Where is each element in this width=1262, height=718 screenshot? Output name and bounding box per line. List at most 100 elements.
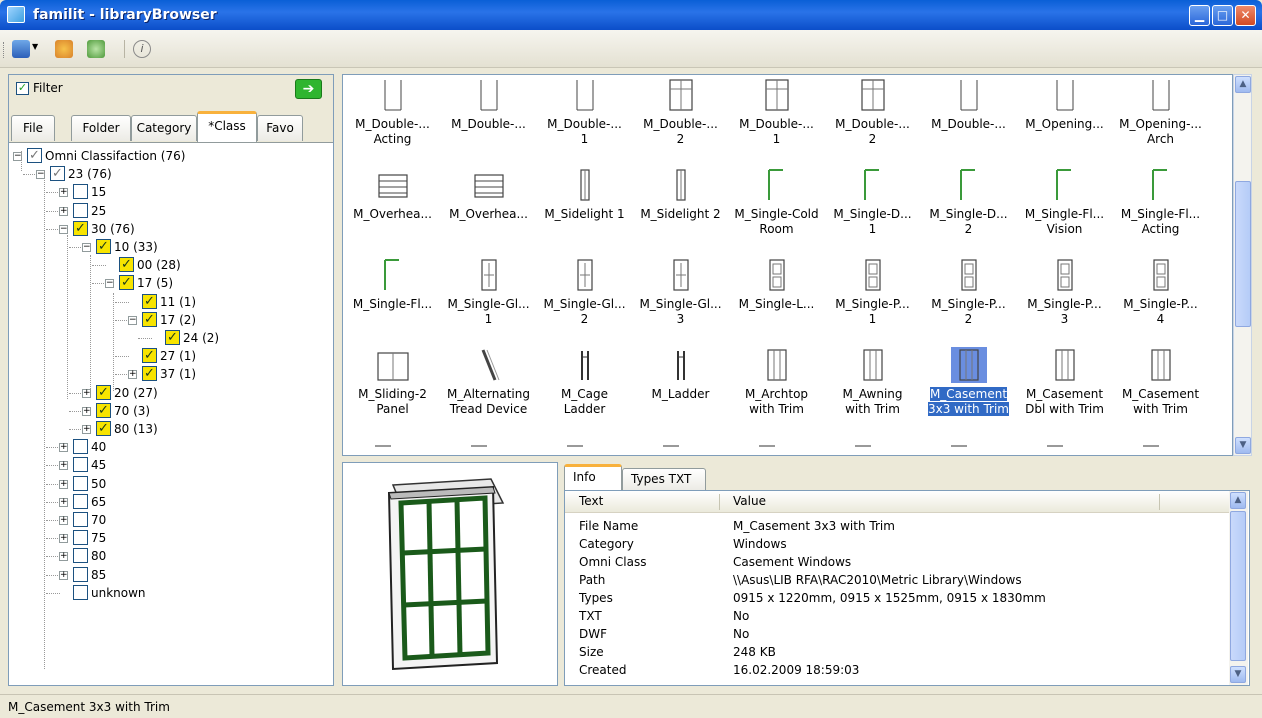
tab-types-txt[interactable]: Types TXT	[622, 468, 706, 490]
expand-icon[interactable]: +	[82, 388, 91, 398]
expand-icon[interactable]: +	[59, 497, 68, 507]
family-item[interactable]: M_Sidelight 1	[537, 159, 632, 249]
expand-icon[interactable]: +	[59, 570, 68, 580]
tree-node-label[interactable]: 27 (1)	[160, 347, 196, 365]
tree-checkbox[interactable]	[73, 530, 88, 546]
info-icon[interactable]: i	[133, 40, 151, 58]
info-row[interactable]: Types 0915 x 1220mm, 0915 x 1525mm, 0915 …	[565, 589, 1229, 607]
family-item[interactable]: M_Sidelight 2	[633, 159, 728, 249]
tree-node-label[interactable]: 30 (76)	[91, 220, 135, 238]
info-scroll-down-icon[interactable]: ▼	[1230, 666, 1246, 683]
info-scroll-thumb[interactable]	[1230, 511, 1246, 661]
family-item[interactable]: M_Opening-... Arch	[1113, 75, 1208, 159]
tree-node-label[interactable]: 17 (2)	[160, 311, 196, 329]
family-item[interactable]: M_Double-...	[441, 75, 536, 159]
tree-checkbox[interactable]	[73, 184, 88, 200]
tree-node-label[interactable]: Omni Classifaction (76)	[45, 147, 185, 165]
tree-node-label[interactable]: 85	[91, 566, 106, 584]
tree-checkbox[interactable]: ✓	[96, 239, 111, 254]
info-row[interactable]: File Name M_Casement 3x3 with Trim	[565, 517, 1229, 535]
expand-icon[interactable]: +	[59, 188, 68, 198]
family-item[interactable]: M_Casement 3x3 with Trim	[921, 339, 1016, 429]
collapse-icon[interactable]: −	[105, 279, 114, 289]
tree-checkbox[interactable]: ✓	[96, 384, 111, 400]
tree-checkbox[interactable]: ✓	[165, 330, 180, 345]
tree-node-label[interactable]: 45	[91, 456, 106, 474]
family-item[interactable]: M_Single-Gl... 3	[633, 249, 728, 339]
family-item[interactable]: M_Double-...	[921, 75, 1016, 159]
dropdown-arrow-icon[interactable]: ▼	[32, 42, 38, 51]
family-item[interactable]: M_Overhea...	[345, 159, 440, 249]
tree-node-label[interactable]: unknown	[91, 584, 146, 602]
family-item[interactable]: M_Single-Fl...	[345, 249, 440, 339]
family-item[interactable]: M_Single-Cold Room	[729, 159, 824, 249]
tree-node-label[interactable]: 65	[91, 493, 106, 511]
info-row[interactable]: Size 248 KB	[565, 643, 1229, 661]
tree-checkbox[interactable]: ✓	[142, 311, 157, 327]
expand-icon[interactable]: +	[59, 534, 68, 544]
family-item[interactable]: M_Casement with Trim	[1113, 339, 1208, 429]
expand-icon[interactable]: +	[59, 206, 68, 216]
family-item[interactable]: M_Overhea...	[441, 159, 536, 249]
family-item[interactable]: M_Sliding-2 Panel	[345, 339, 440, 429]
family-item[interactable]: M_Double-... Acting	[345, 75, 440, 159]
tab-file[interactable]: File	[11, 115, 55, 141]
info-row[interactable]: DWF No	[565, 625, 1229, 643]
tree-checkbox[interactable]	[73, 457, 88, 473]
family-item[interactable]: M_Double-... 2	[825, 75, 920, 159]
tree-node-label[interactable]: 23 (76)	[68, 165, 112, 183]
tree-checkbox[interactable]	[73, 548, 88, 564]
tree-checkbox[interactable]: ✓	[142, 348, 157, 364]
scroll-thumb[interactable]	[1235, 181, 1251, 327]
title-bar[interactable]: familit - libraryBrowser ▁ □ ✕	[0, 0, 1262, 30]
tree-node-label[interactable]: 25	[91, 202, 106, 220]
family-item[interactable]: M_Single-P... 2	[921, 249, 1016, 339]
scroll-down-icon[interactable]: ▼	[1235, 437, 1251, 454]
palette-icon[interactable]	[55, 40, 73, 58]
family-item[interactable]: M_Ladder	[633, 339, 728, 429]
tree-node-label[interactable]: 10 (33)	[114, 238, 158, 256]
tree-node-label[interactable]: 37 (1)	[160, 365, 196, 383]
toolbar-grip[interactable]	[3, 42, 6, 58]
info-row[interactable]: Omni Class Casement Windows	[565, 553, 1229, 571]
column-text[interactable]: Text	[579, 494, 603, 508]
tree-node-label[interactable]: 50	[91, 475, 106, 493]
expand-icon[interactable]: +	[59, 479, 68, 489]
tree-checkbox[interactable]: ✓	[119, 275, 134, 291]
family-item[interactable]: M_Single-Gl... 1	[441, 249, 536, 339]
close-button[interactable]: ✕	[1235, 5, 1256, 26]
tree-node-label[interactable]: 15	[91, 183, 106, 201]
column-value[interactable]: Value	[733, 494, 766, 508]
tree-node-label[interactable]: 17 (5)	[137, 274, 173, 292]
family-item[interactable]: M_Alternating Tread Device	[441, 339, 536, 429]
grid-scrollbar[interactable]: ▲ ▼	[1233, 74, 1252, 456]
info-scrollbar[interactable]: ▲ ▼	[1229, 491, 1248, 685]
tab-class[interactable]: *Class	[197, 111, 257, 142]
tree-checkbox[interactable]	[73, 512, 88, 527]
family-item[interactable]: M_Cage Ladder	[537, 339, 632, 429]
refresh-icon[interactable]	[87, 40, 105, 58]
info-row[interactable]: Path \\Asus\LIB RFA\RAC2010\Metric Librar…	[565, 571, 1229, 589]
family-item[interactable]: M_Casement Dbl with Trim	[1017, 339, 1112, 429]
expand-icon[interactable]: +	[82, 406, 91, 416]
expand-icon[interactable]: +	[128, 370, 137, 380]
family-item[interactable]: M_Single-L...	[729, 249, 824, 339]
tree-checkbox[interactable]: ✓	[50, 166, 65, 182]
tree-checkbox[interactable]	[73, 566, 88, 582]
column-separator[interactable]	[1159, 494, 1160, 510]
tree-node-label[interactable]: 70	[91, 511, 106, 529]
minimize-button[interactable]: ▁	[1189, 5, 1210, 26]
family-item[interactable]: M_Single-D... 1	[825, 159, 920, 249]
tree-checkbox[interactable]	[73, 493, 88, 509]
tree-node-label[interactable]: 40	[91, 438, 106, 456]
expand-icon[interactable]: +	[82, 425, 91, 434]
family-item[interactable]: M_Single-Fl... Acting	[1113, 159, 1208, 249]
tree-node-label[interactable]: 11 (1)	[160, 293, 196, 311]
info-row[interactable]: Category Windows	[565, 535, 1229, 553]
filter-checkbox[interactable]: ✓	[16, 82, 29, 95]
family-item[interactable]: M_Single-Gl... 2	[537, 249, 632, 339]
family-item[interactable]: M_Double-... 1	[537, 75, 632, 159]
family-item[interactable]: M_Single-P... 1	[825, 249, 920, 339]
tree-checkbox[interactable]: ✓	[73, 220, 88, 236]
tree-checkbox[interactable]	[73, 202, 88, 218]
